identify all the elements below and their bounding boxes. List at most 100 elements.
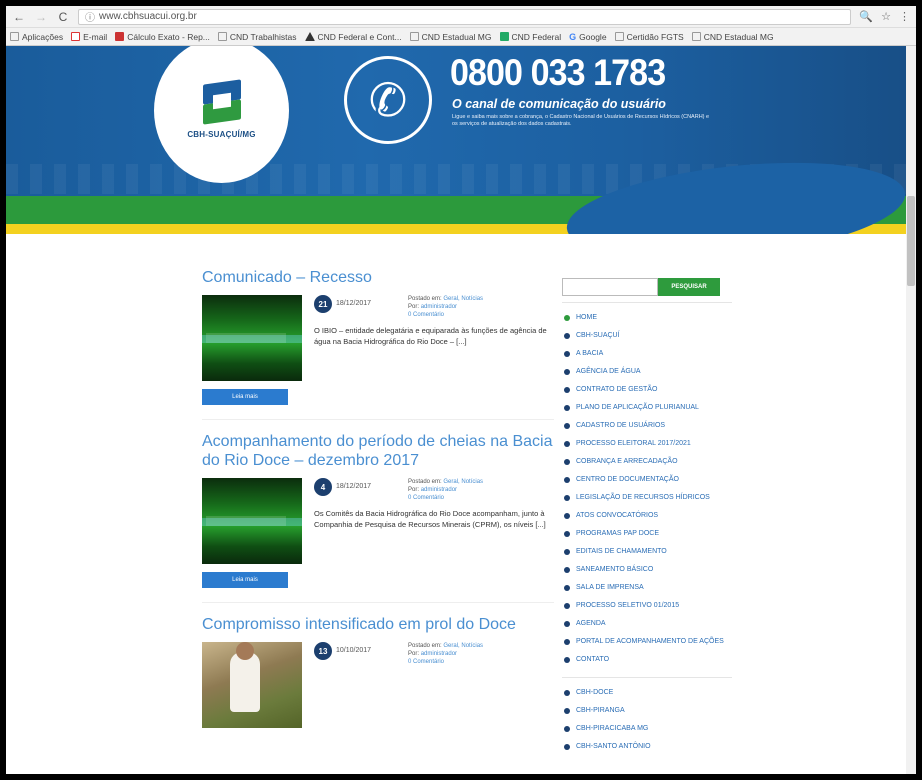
menu-item[interactable]: PORTAL DE ACOMPANHAMENTO DE AÇÕES <box>562 633 732 651</box>
menu-item-label: CBH-SANTO ANTÔNIO <box>576 743 651 750</box>
menu-item[interactable]: AGÊNCIA DE ÁGUA <box>562 363 732 381</box>
menu-item[interactable]: CBH-PIRANGA <box>562 702 732 720</box>
comment-count-badge: 21 <box>314 295 332 313</box>
menu-item[interactable]: SANEAMENTO BÁSICO <box>562 561 732 579</box>
menu-item[interactable]: CONTATO <box>562 651 732 669</box>
read-more-button[interactable]: Leia mais <box>202 389 288 405</box>
bullet-icon <box>564 441 570 447</box>
bookmark-calculo[interactable]: Cálculo Exato - Rep... <box>115 32 210 42</box>
post-thumbnail[interactable] <box>202 478 302 564</box>
page-icon <box>217 32 227 41</box>
bullet-icon <box>564 657 570 663</box>
post-title[interactable]: Acompanhamento do período de cheias na B… <box>202 432 554 470</box>
bookmark-cnd-federal-cont[interactable]: CND Federal e Cont... <box>304 32 402 42</box>
menu-item[interactable]: PLANO DE APLICAÇÃO PLURIANUAL <box>562 399 732 417</box>
menu-item[interactable]: CENTRO DE DOCUMENTAÇÃO <box>562 471 732 489</box>
bookmark-apps[interactable]: Aplicações <box>10 32 63 42</box>
menu-item[interactable]: PROCESSO SELETIVO 01/2015 <box>562 597 732 615</box>
post-item: Compromisso intensificado em prol do Doc… <box>202 602 554 728</box>
menu-item[interactable]: EDITAIS DE CHAMAMENTO <box>562 543 732 561</box>
author-link[interactable]: administrador <box>421 487 457 493</box>
author-link[interactable]: administrador <box>421 304 457 310</box>
bookmark-fgts[interactable]: Certidão FGTS <box>614 32 684 42</box>
category-link[interactable]: Geral, Notícias <box>443 296 483 302</box>
back-arrow-icon[interactable]: ← <box>12 10 26 24</box>
bookmark-email[interactable]: E-mail <box>71 32 107 42</box>
menu-item[interactable]: PROGRAMAS PAP DOCE <box>562 525 732 543</box>
menu-item-label: AGENDA <box>576 620 606 627</box>
menu-item[interactable]: COBRANÇA E ARRECADAÇÃO <box>562 453 732 471</box>
logo-mark-icon <box>199 79 245 125</box>
forward-arrow-icon[interactable]: → <box>34 10 48 24</box>
sidebar: PESQUISAR HOME CBH-SUAÇUÍ A BACIA AGÊNCIA D… <box>562 278 732 756</box>
address-bar[interactable]: ⓘ www.cbhsuacui.org.br <box>78 8 852 25</box>
menu-item[interactable]: CONTRATO DE GESTÃO <box>562 381 732 399</box>
author-link[interactable]: administrador <box>421 651 457 657</box>
menu-item-label: CENTRO DE DOCUMENTAÇÃO <box>576 476 679 483</box>
menu-item[interactable]: LEGISLAÇÃO DE RECURSOS HÍDRICOS <box>562 489 732 507</box>
post-title[interactable]: Compromisso intensificado em prol do Doc… <box>202 615 554 634</box>
bookmark-cnd-estadual-2[interactable]: CND Estadual MG <box>691 32 774 42</box>
category-link[interactable]: Geral, Notícias <box>443 479 483 485</box>
bookmark-cnd-trabalhistas[interactable]: CND Trabalhistas <box>217 32 297 42</box>
menu-icon[interactable]: ⋮ <box>899 10 910 23</box>
search-button[interactable]: PESQUISAR <box>658 278 720 296</box>
reload-icon[interactable]: C <box>56 10 70 24</box>
page-icon <box>409 32 419 41</box>
bullet-icon <box>564 459 570 465</box>
search-input[interactable] <box>562 278 658 296</box>
post-meta: Postado em: Geral, Notícias Por: adminis… <box>408 643 484 666</box>
bookmarks-bar: Aplicações E-mail Cálculo Exato - Rep...… <box>6 28 916 46</box>
bullet-icon <box>564 690 570 696</box>
browser-toolbar: ← → C ⓘ www.cbhsuacui.org.br 🔍 ☆ ⋮ <box>6 6 916 28</box>
menu-item[interactable]: CBH-PIRACICABA MG <box>562 720 732 738</box>
menu-item[interactable]: SALA DE IMPRENSA <box>562 579 732 597</box>
menu-item[interactable]: HOME <box>562 309 732 327</box>
post-date: 18/12/2017 <box>336 483 372 490</box>
menu-item-label: PROGRAMAS PAP DOCE <box>576 530 659 537</box>
menu-item-label: PORTAL DE ACOMPANHAMENTO DE AÇÕES <box>576 638 724 645</box>
main-menu: HOME CBH-SUAÇUÍ A BACIA AGÊNCIA DE ÁGUA CONT… <box>562 302 732 669</box>
comments-link[interactable]: 0 Comentário <box>408 494 483 502</box>
bullet-icon <box>564 513 570 519</box>
bullet-icon <box>564 477 570 483</box>
post-thumbnail[interactable] <box>202 642 302 728</box>
read-more-button[interactable]: Leia mais <box>202 572 288 588</box>
comments-link[interactable]: 0 Comentário <box>408 658 483 666</box>
post-date: 18/12/2017 <box>336 300 372 307</box>
phone-icon: ✆ <box>344 56 432 144</box>
post-meta: Postado em: Geral, Notícias Por: adminis… <box>408 479 484 502</box>
bookmark-cnd-estadual[interactable]: CND Estadual MG <box>409 32 492 42</box>
zoom-icon[interactable]: 🔍 <box>859 10 873 23</box>
menu-item[interactable]: AGENDA <box>562 615 732 633</box>
menu-item[interactable]: ATOS CONVOCATÓRIOS <box>562 507 732 525</box>
bookmark-google[interactable]: G Google <box>569 32 606 42</box>
bullet-icon <box>564 351 570 357</box>
bullet-icon <box>564 387 570 393</box>
bullet-icon <box>564 726 570 732</box>
bookmark-cnd-federal[interactable]: CND Federal <box>499 32 561 42</box>
menu-item[interactable]: PROCESSO ELEITORAL 2017/2021 <box>562 435 732 453</box>
menu-item[interactable]: CADASTRO DE USUÁRIOS <box>562 417 732 435</box>
post-thumbnail[interactable] <box>202 295 302 381</box>
menu-item[interactable]: CBH-DOCE <box>562 684 732 702</box>
scrollbar-thumb[interactable] <box>907 196 915 286</box>
logo-text: CBH-SUAÇUÍ/MG <box>187 130 256 139</box>
menu-item-label: SALA DE IMPRENSA <box>576 584 644 591</box>
bullet-icon <box>564 708 570 714</box>
comment-count-badge: 4 <box>314 478 332 496</box>
post-title[interactable]: Comunicado – Recesso <box>202 268 554 287</box>
menu-item-label: HOME <box>576 314 597 321</box>
scrollbar[interactable] <box>906 46 916 774</box>
info-icon[interactable]: ⓘ <box>85 9 95 24</box>
menu-item[interactable]: A BACIA <box>562 345 732 363</box>
comments-link[interactable]: 0 Comentário <box>408 311 483 319</box>
category-link[interactable]: Geral, Notícias <box>443 643 483 649</box>
menu-item[interactable]: CBH-SANTO ANTÔNIO <box>562 738 732 756</box>
star-icon[interactable]: ☆ <box>881 10 891 23</box>
header-banner: CBH-SUAÇUÍ/MG ✆ 0800 033 1783 O canal de… <box>6 46 906 234</box>
bullet-icon <box>564 603 570 609</box>
menu-item[interactable]: CBH-SUAÇUÍ <box>562 327 732 345</box>
post-excerpt: O IBIO – entidade delegatária e equipara… <box>314 326 547 346</box>
apps-icon <box>10 32 19 41</box>
